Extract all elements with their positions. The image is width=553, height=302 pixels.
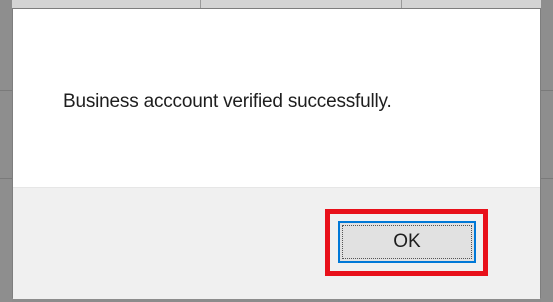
background-divider: [0, 90, 12, 91]
dialog-footer: OK: [13, 187, 540, 299]
background-page-strip: [0, 0, 553, 8]
background-divider: [541, 90, 553, 91]
ok-button[interactable]: OK: [338, 221, 476, 263]
background-page-left: [0, 0, 12, 302]
background-divider: [0, 178, 12, 179]
background-cell: [0, 0, 201, 8]
dialog-message: Business acccount verified successfully.: [63, 91, 392, 112]
background-divider: [541, 178, 553, 179]
background-cell: [201, 0, 402, 8]
alert-dialog: Business acccount verified successfully.…: [12, 8, 541, 299]
dialog-body: Business acccount verified successfully.: [13, 9, 540, 187]
ok-button-label: OK: [393, 231, 421, 252]
background-page-right: [541, 0, 553, 302]
